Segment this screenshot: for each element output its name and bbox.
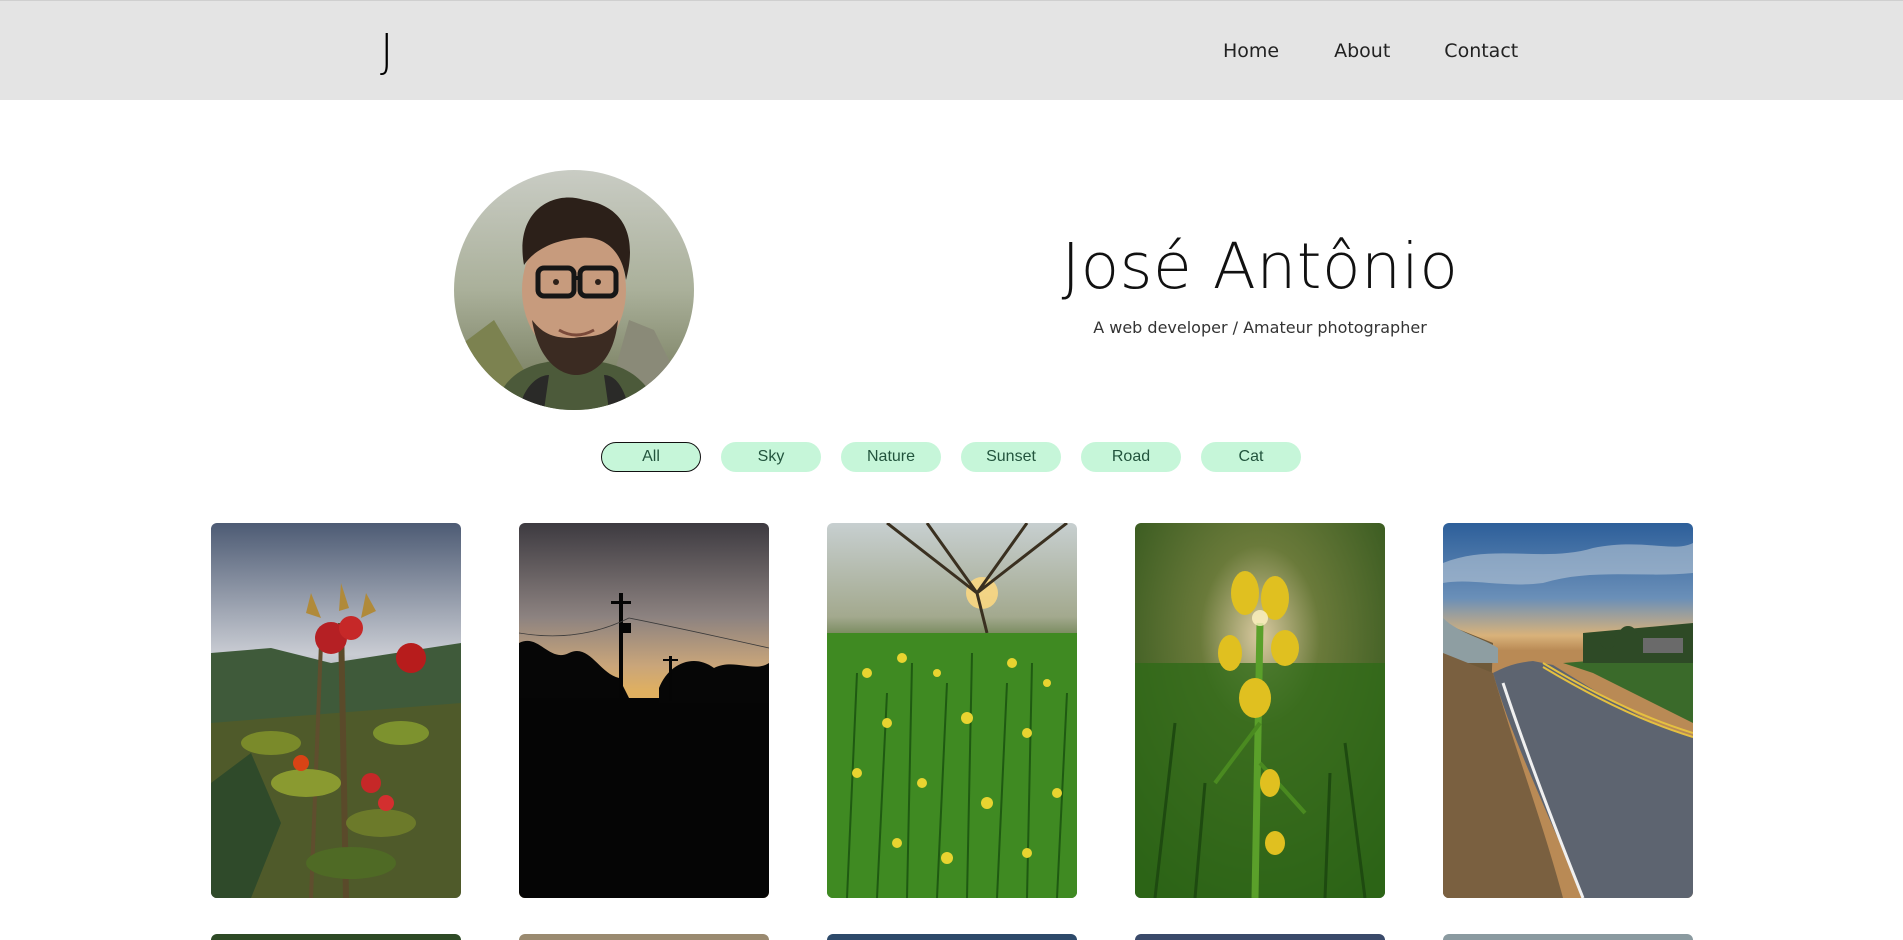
site-logo[interactable]: J: [380, 23, 394, 79]
main-nav: Home About Contact: [1223, 39, 1518, 63]
filter-all[interactable]: All: [601, 442, 701, 472]
filter-sky[interactable]: Sky: [721, 442, 821, 472]
gallery-photo[interactable]: [519, 523, 769, 898]
gallery-photo[interactable]: [1443, 523, 1693, 898]
filter-nature[interactable]: Nature: [841, 442, 941, 472]
gallery-photo[interactable]: [1135, 523, 1385, 898]
nav-about-link[interactable]: About: [1334, 39, 1390, 63]
profile-avatar: [454, 170, 694, 410]
filter-cat[interactable]: Cat: [1201, 442, 1301, 472]
gallery-photo[interactable]: [211, 934, 461, 940]
gallery-photo[interactable]: [211, 523, 461, 898]
profile-tagline: A web developer / Amateur photographer: [1093, 318, 1427, 337]
filter-sunset[interactable]: Sunset: [961, 442, 1061, 472]
nav-contact-link[interactable]: Contact: [1444, 39, 1518, 63]
nav-home-link[interactable]: Home: [1223, 39, 1279, 63]
gallery-photo[interactable]: [519, 934, 769, 940]
profile-name: José Antônio: [1061, 230, 1459, 303]
gallery-photo[interactable]: [827, 523, 1077, 898]
gallery-photo[interactable]: [1443, 934, 1693, 940]
photo-gallery: [211, 523, 1693, 898]
gallery-photo[interactable]: [1135, 934, 1385, 940]
photo-gallery-row-2: [211, 934, 1693, 940]
filter-road[interactable]: Road: [1081, 442, 1181, 472]
filter-bar: All Sky Nature Sunset Road Cat: [601, 442, 1301, 472]
top-navbar: J Home About Contact: [0, 0, 1903, 100]
gallery-photo[interactable]: [827, 934, 1077, 940]
